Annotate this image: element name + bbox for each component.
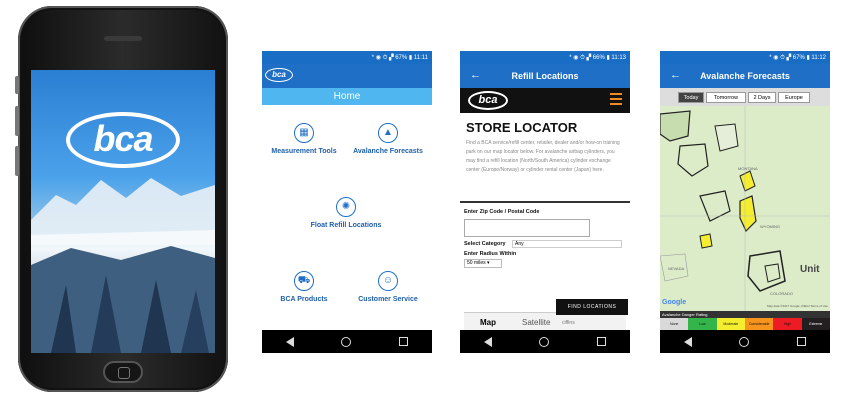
cart-icon: ⛟ <box>294 271 314 291</box>
measurement-tools-tile[interactable]: ▦ Measurement Tools <box>266 123 342 156</box>
front-camera <box>120 20 127 27</box>
danger-rating-title: Avalanche Danger Rating <box>660 311 830 318</box>
map-label: NEVADA <box>668 266 685 271</box>
map-label: WYOMING <box>760 224 780 229</box>
map-label: COLORADO <box>770 291 793 296</box>
app-bar: ← Avalanche Forecasts <box>660 64 830 88</box>
home-screen-phone: * ◉ ⏱ ▞ 67% ▮ 11:11 bca Home ▦ Measureme… <box>262 51 432 353</box>
forecast-zones-overlay <box>660 106 830 326</box>
float-icon: ✺ <box>336 197 356 217</box>
app-bar: bca <box>262 64 432 88</box>
avalanche-map[interactable]: MONTANA WYOMING NEVADA COLORADO Unit Goo… <box>660 106 830 330</box>
measurement-icon: ▦ <box>294 123 314 143</box>
tile-label: Measurement Tools <box>271 148 337 155</box>
android-nav-bar <box>460 330 630 353</box>
map-label: MONTANA <box>738 166 758 171</box>
mute-switch <box>15 76 19 94</box>
forecast-day-tabs: Today Tomorrow 2 Days Europe <box>660 88 830 106</box>
tab-today[interactable]: Today <box>678 92 704 103</box>
earpiece-speaker <box>104 36 142 41</box>
float-refill-locations-tile[interactable]: ✺ Float Refill Locations <box>308 197 384 230</box>
bca-logo[interactable]: bca <box>265 68 293 82</box>
radius-select[interactable]: 50 miles ▾ <box>464 259 502 268</box>
legend-none: None <box>660 318 689 330</box>
volume-up-button <box>15 106 19 136</box>
bca-products-tile[interactable]: ⛟ BCA Products <box>266 271 342 304</box>
store-locator-content: bca STORE LOCATOR Find a BCA service/ref… <box>460 88 630 330</box>
legend-low: Low <box>688 318 717 330</box>
bca-logo: bca <box>66 112 180 168</box>
map-attribution[interactable]: Map data ©2017 Google, INEGI Terms of Us… <box>767 304 828 308</box>
recents-nav-icon[interactable] <box>399 337 409 346</box>
tile-label: Avalanche Forecasts <box>353 148 423 155</box>
home-nav-icon[interactable] <box>539 336 550 347</box>
tab-europe[interactable]: Europe <box>778 92 810 103</box>
android-nav-bar <box>660 330 830 353</box>
map-snippet-label: ciffins <box>562 320 575 326</box>
find-locations-button[interactable]: FIND LOCATIONS <box>556 299 628 315</box>
android-nav-bar <box>262 330 432 353</box>
mountain-icon: ▲ <box>378 123 398 143</box>
tab-tomorrow[interactable]: Tomorrow <box>706 92 746 103</box>
zip-code-input[interactable] <box>464 219 590 237</box>
status-bar: * ◉ ⏱ ▞ 67% ▮ 11:12 <box>660 51 830 64</box>
danger-rating-legend: None Low Moderate Considerable High Extr… <box>660 318 830 330</box>
back-nav-icon[interactable] <box>285 336 294 347</box>
refill-locations-phone: * ◉ ⏱ ▞ 66% ▮ 11:13 ← Refill Locations b… <box>460 51 630 353</box>
tile-label: Float Refill Locations <box>310 222 382 229</box>
legend-considerable: Considerable <box>744 318 774 330</box>
radius-value: 50 miles <box>467 260 486 266</box>
map-label: Unit <box>800 264 820 275</box>
avalanche-forecasts-phone: * ◉ ⏱ ▞ 67% ▮ 11:12 ← Avalanche Forecast… <box>660 51 830 353</box>
hamburger-menu-icon[interactable] <box>610 93 622 108</box>
customer-service-tile[interactable]: ☺ Customer Service <box>350 271 426 304</box>
google-logo: Google <box>662 299 687 306</box>
brand-header: bca <box>460 88 630 113</box>
recents-nav-icon[interactable] <box>597 337 607 346</box>
tile-label: Customer Service <box>358 296 418 303</box>
zip-label: Enter Zip Code / Postal Code <box>464 209 540 215</box>
volume-down-button <box>15 146 19 176</box>
iphone-device: bca <box>15 6 228 392</box>
screen-title: Refill Locations <box>511 71 579 81</box>
tile-label: BCA Products <box>280 296 328 303</box>
bca-logo[interactable]: bca <box>468 91 508 110</box>
category-select[interactable]: Any <box>512 240 622 248</box>
splash-screen: bca <box>31 70 215 353</box>
screen-title: Avalanche Forecasts <box>700 71 790 81</box>
legend-moderate: Moderate <box>716 318 745 330</box>
iphone-home-button[interactable] <box>103 361 143 383</box>
app-bar: ← Refill Locations <box>460 64 630 88</box>
page-title: Home <box>262 88 432 105</box>
avalanche-forecasts-tile[interactable]: ▲ Avalanche Forecasts <box>350 123 426 156</box>
service-icon: ☺ <box>378 271 398 291</box>
home-nav-icon[interactable] <box>739 336 750 347</box>
radius-label: Enter Radius Within <box>464 251 517 257</box>
recents-nav-icon[interactable] <box>797 337 807 346</box>
satellite-tab[interactable]: Satellite <box>522 318 550 327</box>
category-row: Select Category Any <box>460 239 630 249</box>
home-nav-icon[interactable] <box>341 336 352 347</box>
section-divider <box>460 201 630 203</box>
status-bar: * ◉ ⏱ ▞ 66% ▮ 11:13 <box>460 51 630 64</box>
status-bar: * ◉ ⏱ ▞ 67% ▮ 11:11 <box>262 51 432 64</box>
category-label: Select Category <box>464 241 506 247</box>
home-menu-grid: ▦ Measurement Tools ▲ Avalanche Forecast… <box>262 105 432 330</box>
tab-2-days[interactable]: 2 Days <box>748 92 776 103</box>
legend-high: High <box>773 318 802 330</box>
back-nav-icon[interactable] <box>483 336 492 347</box>
back-nav-icon[interactable] <box>683 336 692 347</box>
store-locator-heading: STORE LOCATOR <box>466 120 578 135</box>
store-locator-description: Find a BCA service/refill center, retail… <box>466 140 620 173</box>
legend-extreme: Extreme <box>801 318 830 330</box>
map-tab[interactable]: Map <box>480 318 496 327</box>
